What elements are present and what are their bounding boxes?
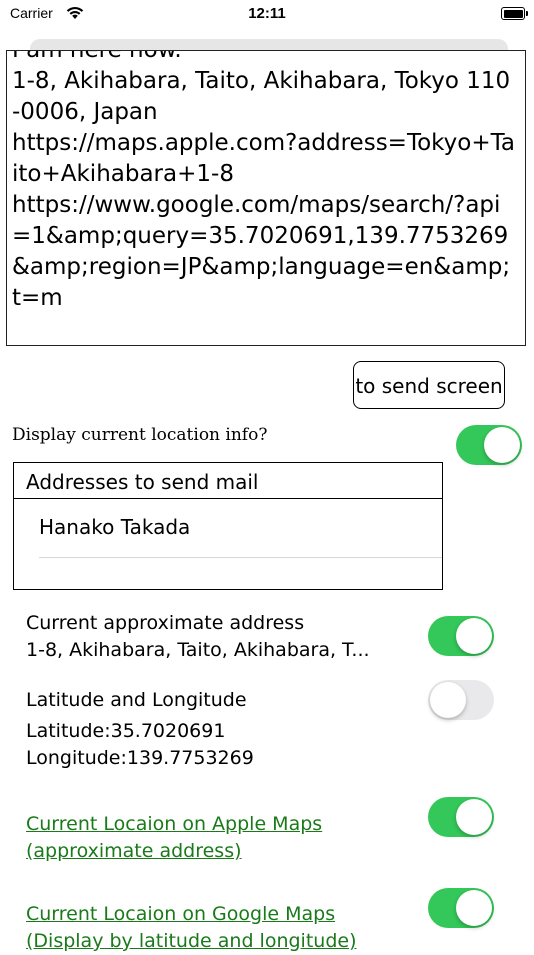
approx-address-title: Current approximate address — [26, 612, 305, 634]
to-send-screen-button[interactable]: to send screen — [353, 361, 505, 409]
addresses-table: Addresses to send mail Hanako Takada — [13, 462, 443, 590]
battery-icon — [501, 7, 528, 20]
apple-maps-link[interactable]: Current Locaion on Apple Maps (approxima… — [26, 811, 322, 865]
display-location-toggle[interactable] — [456, 425, 522, 465]
google-maps-toggle[interactable] — [428, 888, 494, 928]
approx-address-value: 1-8, Akihabara, Taito, Akihabara, T... — [26, 639, 370, 661]
status-bar: Carrier 12:11 — [0, 0, 534, 30]
toggle-knob — [456, 618, 492, 654]
lat-long-title: Latitude and Longitude — [26, 689, 247, 711]
toggle-knob — [484, 427, 520, 463]
google-maps-link[interactable]: Current Locaion on Google Maps (Display … — [26, 901, 357, 955]
apple-maps-toggle[interactable] — [428, 797, 494, 837]
approx-address-toggle[interactable] — [428, 616, 494, 656]
toggle-knob — [456, 799, 492, 835]
message-textarea[interactable]: I am here now. 1-8, Akihabara, Taito, Ak… — [6, 50, 526, 346]
google-maps-link-line2[interactable]: (Display by latitude and longitude) — [26, 928, 357, 955]
addresses-header: Addresses to send mail — [14, 463, 442, 499]
display-location-label: Display current location info? — [12, 425, 268, 445]
address-item[interactable]: Hanako Takada — [39, 515, 190, 539]
apple-maps-link-line1[interactable]: Current Locaion on Apple Maps — [26, 811, 322, 838]
latitude-value: Latitude:35.7020691 — [26, 720, 226, 742]
clock: 12:11 — [248, 5, 286, 22]
message-text[interactable]: I am here now. 1-8, Akihabara, Taito, Ak… — [12, 51, 517, 314]
row-divider — [39, 557, 442, 558]
longitude-value: Longitude:139.7753269 — [26, 747, 254, 769]
toggle-knob — [430, 682, 466, 718]
apple-maps-link-line2[interactable]: (approximate address) — [26, 838, 322, 865]
google-maps-link-line1[interactable]: Current Locaion on Google Maps — [26, 901, 357, 928]
toggle-knob — [456, 890, 492, 926]
lat-long-toggle[interactable] — [428, 680, 494, 720]
